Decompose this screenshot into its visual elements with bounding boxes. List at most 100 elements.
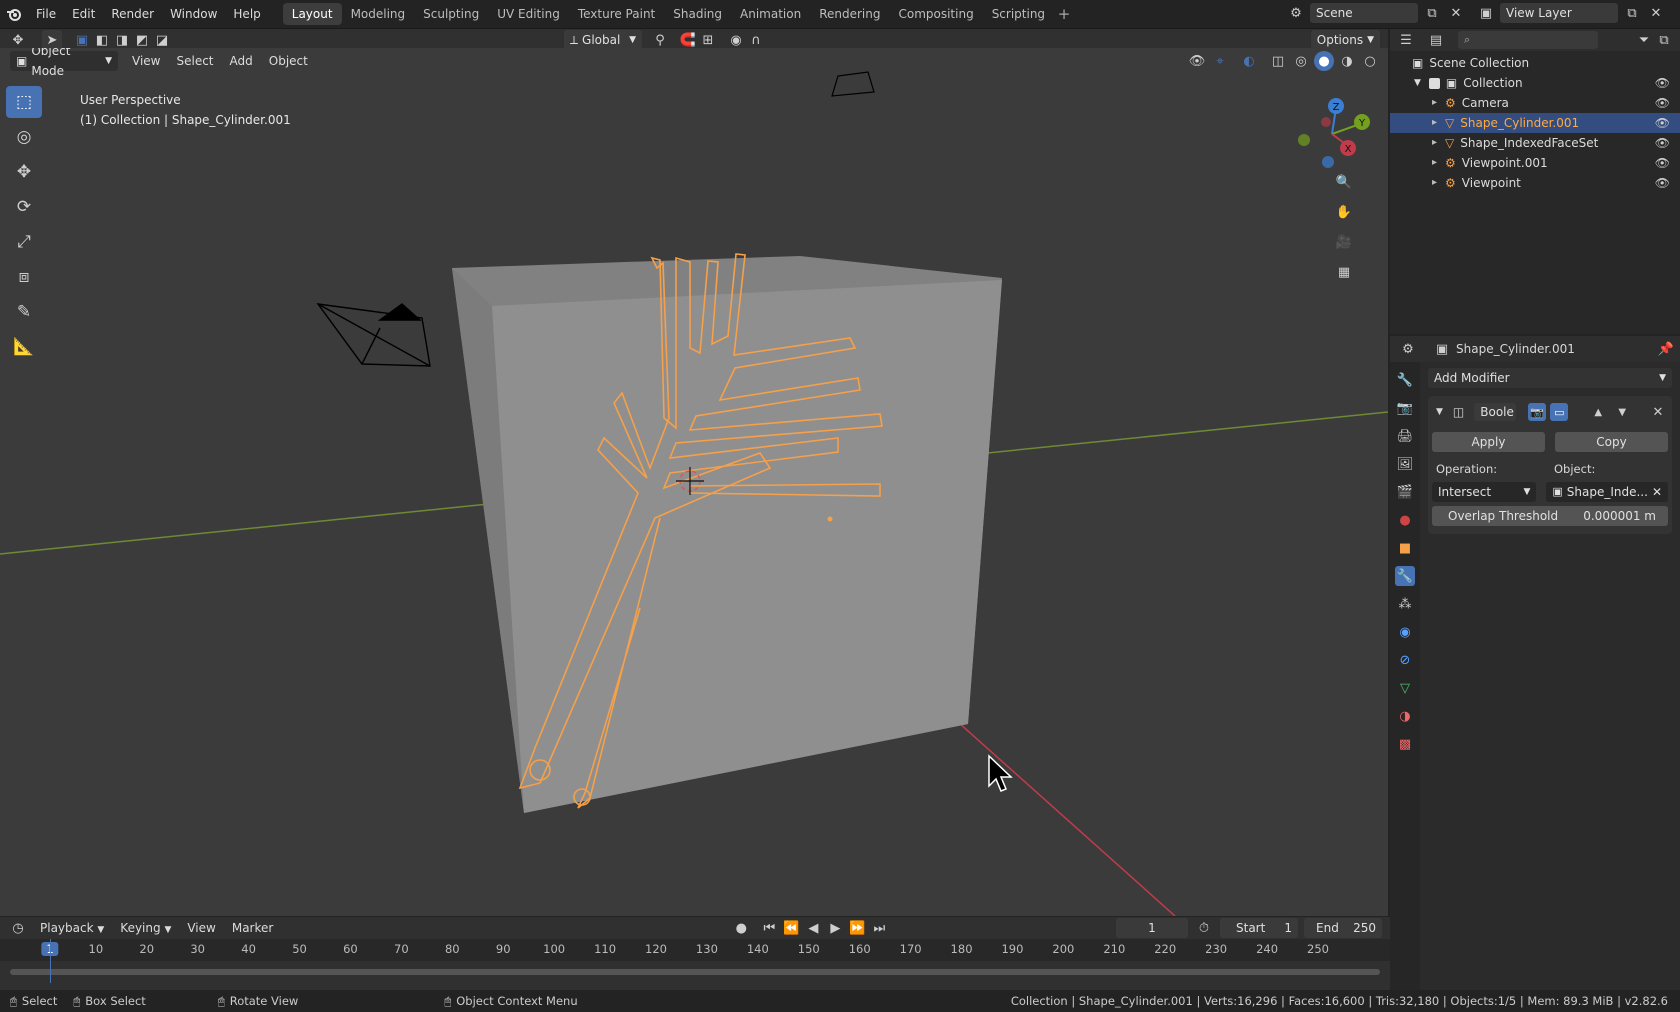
new-collection-icon[interactable]: ⧉ [1654, 30, 1674, 50]
solid-shading-icon[interactable]: ● [1314, 51, 1334, 71]
delete-scene-icon[interactable]: ✕ [1446, 3, 1466, 23]
add-menu[interactable]: Add [222, 50, 261, 72]
view-layer-icon[interactable]: ▣ [1476, 3, 1496, 23]
new-scene-icon[interactable]: ⧉ [1422, 3, 1442, 23]
workspace-tab-modeling[interactable]: Modeling [342, 3, 415, 25]
properties-editor-icon[interactable]: ⚙ [1398, 339, 1418, 359]
apply-button[interactable]: Apply [1432, 432, 1545, 452]
outliner-row[interactable]: ▸ ⚙ Camera 👁 [1390, 93, 1680, 113]
subtract-select-icon[interactable]: ◨ [112, 30, 132, 50]
eye-icon[interactable]: 👁 [1655, 133, 1670, 153]
menu-help[interactable]: Help [225, 3, 268, 25]
expand-arrow-icon[interactable]: ▸ [1432, 173, 1437, 193]
data-tab-icon[interactable]: ▽ [1395, 678, 1415, 698]
workspace-tab-texture-paint[interactable]: Texture Paint [569, 3, 664, 25]
jump-start-icon[interactable]: ⏮ [759, 918, 779, 938]
clear-object-icon[interactable]: ✕ [1652, 482, 1662, 502]
select-tool-icon[interactable]: ➤ [42, 30, 62, 50]
jump-end-icon[interactable]: ⏭ [869, 918, 889, 938]
menu-render[interactable]: Render [103, 3, 162, 25]
intersect-select-icon[interactable]: ◪ [152, 30, 172, 50]
scene-field[interactable]: Scene [1310, 3, 1418, 23]
object-data-icon[interactable]: ▣ [1432, 339, 1452, 359]
modifier-tab-icon[interactable]: 🔧 [1395, 566, 1415, 586]
frame-ruler[interactable]: 1102030405060708090100110120130140150160… [0, 939, 1390, 961]
mode-dropdown[interactable]: ▣ Object Mode ▼ [10, 48, 118, 78]
camera-view-icon[interactable]: 🎥 [1334, 232, 1354, 252]
timeline-view-menu[interactable]: View [179, 917, 223, 939]
object-tab-icon[interactable]: ■ [1395, 538, 1415, 558]
expand-arrow-icon[interactable]: ▸ [1432, 153, 1437, 173]
keying-menu[interactable]: Keying ▼ [112, 917, 179, 939]
outliner-row-collection[interactable]: ▼ ▣ Collection 👁 [1390, 73, 1680, 93]
menu-file[interactable]: File [28, 3, 64, 25]
extend-select-icon[interactable]: ◧ [92, 30, 112, 50]
material-shading-icon[interactable]: ◑ [1337, 51, 1357, 71]
eye-icon[interactable]: 👁 [1655, 73, 1670, 93]
tool-tab-icon[interactable]: 🔧 [1395, 370, 1415, 390]
move-down-icon[interactable]: ▼ [1612, 402, 1632, 422]
move-up-icon[interactable]: ▲ [1588, 402, 1608, 422]
scene-icon[interactable]: ⚙ [1286, 3, 1306, 23]
select-menu[interactable]: Select [168, 50, 221, 72]
play-reverse-icon[interactable]: ◀ [803, 918, 823, 938]
outliner-row[interactable]: ▸ ⚙ Viewpoint.001 👁 [1390, 153, 1680, 173]
ortho-toggle-icon[interactable]: ▦ [1334, 262, 1354, 282]
move-tool-icon[interactable]: ✥ [6, 156, 42, 188]
3d-viewport[interactable]: ▣ Object Mode ▼ View Select Add Object 👁… [0, 48, 1388, 916]
record-icon[interactable]: ● [731, 918, 751, 938]
collapse-arrow-icon[interactable]: ▼ [1436, 407, 1443, 417]
navigation-gizmo[interactable]: Z Y X [1290, 90, 1372, 172]
timeline-track[interactable] [0, 939, 1390, 983]
pan-icon[interactable]: ✋ [1334, 202, 1354, 222]
outliner-search-input[interactable]: ⌕ [1458, 31, 1598, 49]
start-frame-field[interactable]: Start 1 [1220, 918, 1298, 938]
operation-dropdown[interactable]: Intersect ▼ [1432, 482, 1537, 502]
workspace-tab-uv-editing[interactable]: UV Editing [488, 3, 569, 25]
play-icon[interactable]: ▶ [825, 918, 845, 938]
view-menu[interactable]: View [124, 50, 168, 72]
display-mode-icon[interactable]: ▤ [1426, 30, 1446, 50]
editor-type-icon[interactable]: ✥ [8, 30, 28, 50]
wireframe-shading-icon[interactable]: ◎ [1291, 51, 1311, 71]
blender-logo-icon[interactable] [4, 4, 24, 24]
annotate-tool-icon[interactable]: ✎ [6, 296, 42, 328]
add-workspace-icon[interactable]: + [1054, 4, 1074, 24]
orientation-dropdown[interactable]: ⟂ Global ▼ [564, 30, 642, 50]
eye-icon[interactable]: 👁 [1655, 113, 1670, 133]
particles-tab-icon[interactable]: ⁂ [1395, 594, 1415, 614]
cursor-tool-icon[interactable]: ◎ [6, 121, 42, 153]
filter-icon[interactable]: ⏷ [1634, 30, 1654, 50]
end-frame-field[interactable]: End 250 [1304, 918, 1382, 938]
transform-tool-icon[interactable]: ⧈ [6, 261, 42, 293]
workspace-tab-shading[interactable]: Shading [664, 3, 731, 25]
proportional-edit-icon[interactable]: ◉ [726, 30, 746, 50]
visibility-icon[interactable]: 👁 [1187, 51, 1207, 71]
outliner-row-scene-collection[interactable]: ▣ Scene Collection [1390, 53, 1680, 73]
world-tab-icon[interactable]: ● [1395, 510, 1415, 530]
object-picker[interactable]: ▣ Shape_Inde... ✕ [1546, 482, 1668, 502]
box-select-mode-icon[interactable]: ▣ [72, 30, 92, 50]
eye-icon[interactable]: 👁 [1655, 93, 1670, 113]
workspace-tab-animation[interactable]: Animation [731, 3, 810, 25]
eye-icon[interactable]: 👁 [1655, 173, 1670, 193]
scene-tab-icon[interactable]: 🎬 [1395, 482, 1415, 502]
output-tab-icon[interactable]: 🖨 [1395, 426, 1415, 446]
xray-icon[interactable]: ◫ [1268, 51, 1288, 71]
expand-arrow-icon[interactable]: ▸ [1432, 113, 1437, 133]
rotate-tool-icon[interactable]: ⟳ [6, 191, 42, 223]
snap-target-icon[interactable]: ⊞ [698, 30, 718, 50]
copy-button[interactable]: Copy [1555, 432, 1668, 452]
workspace-tab-rendering[interactable]: Rendering [810, 3, 889, 25]
delete-view-layer-icon[interactable]: ✕ [1646, 3, 1666, 23]
collection-checkbox[interactable] [1428, 77, 1440, 89]
overlap-threshold-field[interactable]: Overlap Threshold 0.000001 m [1432, 506, 1668, 526]
outliner-row[interactable]: ▸ ▽ Shape_IndexedFaceSet 👁 [1390, 133, 1680, 153]
material-tab-icon[interactable]: ◑ [1395, 706, 1415, 726]
options-dropdown[interactable]: Options ▼ [1310, 30, 1380, 50]
physics-tab-icon[interactable]: ◉ [1395, 622, 1415, 642]
outliner-row[interactable]: ▸ ⚙ Viewpoint 👁 [1390, 173, 1680, 193]
marker-menu[interactable]: Marker [224, 917, 281, 939]
workspace-tab-compositing[interactable]: Compositing [889, 3, 982, 25]
outliner-row[interactable]: ▸ ▽ Shape_Cylinder.001 👁 [1390, 113, 1680, 133]
